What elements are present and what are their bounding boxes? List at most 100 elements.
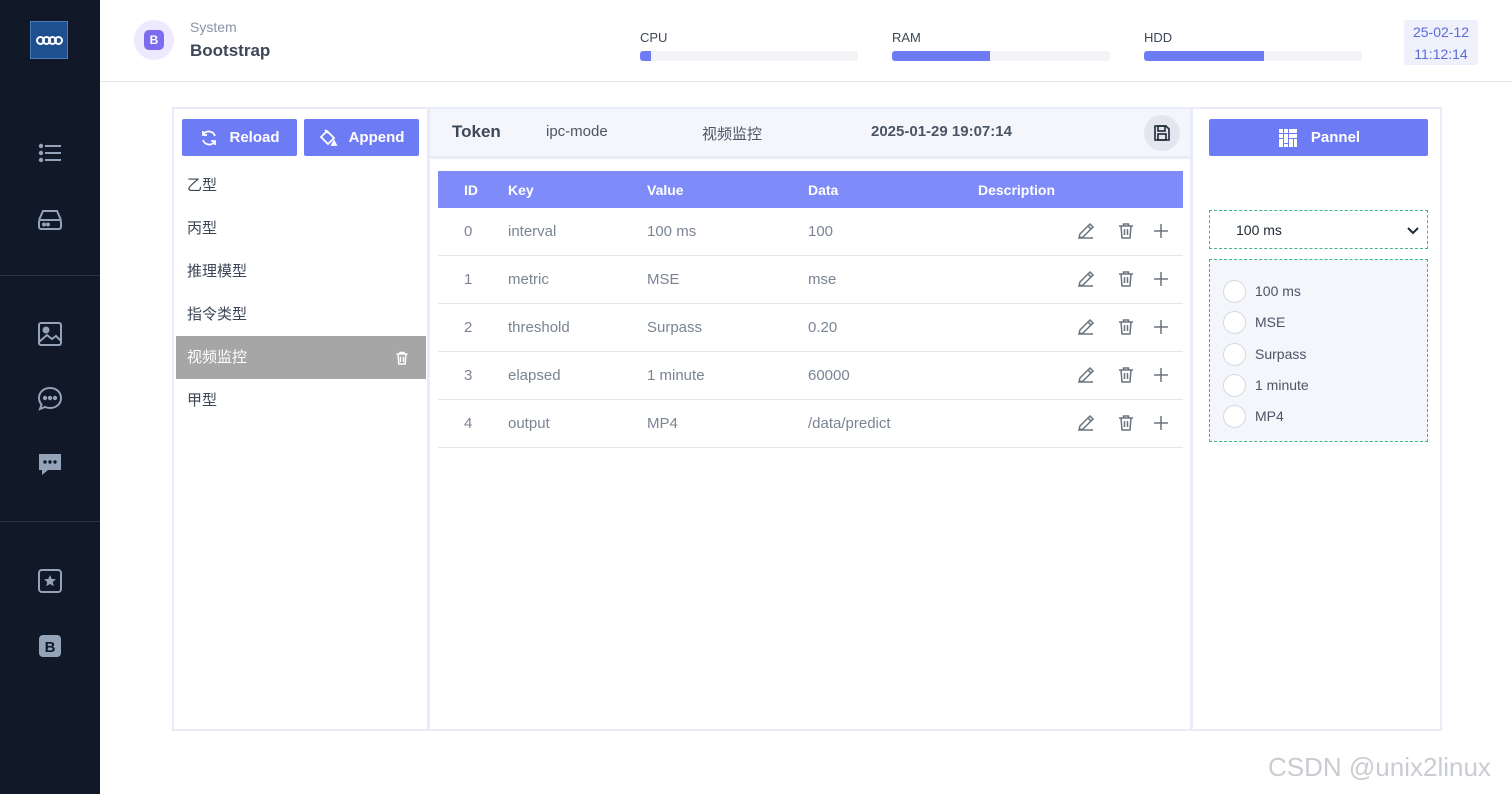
token-label: Token (452, 122, 501, 141)
category-item-label: 视频监控 (187, 349, 248, 366)
category-item[interactable]: 推理模型 (176, 250, 426, 293)
table-row[interactable]: 4 output MP4/data/predict (438, 400, 1183, 448)
delete-trash-icon[interactable] (1116, 221, 1138, 243)
params-table: ID Key Value Data Description 0 interval 1… (438, 171, 1183, 448)
ram-meter: RAM (892, 30, 1110, 61)
pannel-label: Pannel (1310, 129, 1361, 146)
reload-label: Reload (229, 129, 280, 146)
radio-label: MSE (1255, 314, 1286, 330)
star-box-icon[interactable] (34, 565, 65, 596)
add-plus-icon[interactable] (1151, 317, 1173, 339)
date-text: 25-02-12 (1412, 24, 1470, 40)
main-panel: Reload Append 乙型丙型推理模型指令类型视频监控甲型 Token i… (172, 107, 1442, 731)
delete-trash-icon[interactable] (1116, 365, 1138, 387)
table-row[interactable]: 1 metric MSE mse (438, 256, 1183, 304)
delete-trash-icon[interactable] (1116, 269, 1138, 291)
mode-text: ipc-mode (546, 123, 608, 140)
ram-progress-track (892, 51, 1110, 61)
add-plus-icon[interactable] (1151, 269, 1173, 291)
ram-progress-fill (892, 51, 991, 61)
add-plus-icon[interactable] (1151, 221, 1173, 243)
cell-data: mse (808, 271, 837, 288)
cell-id: 2 (464, 319, 473, 336)
value-select[interactable]: 100 ms (1209, 210, 1428, 249)
category-item[interactable]: 甲型 (176, 379, 426, 422)
chat-dots-icon[interactable] (34, 383, 65, 414)
cell-id: 4 (464, 415, 473, 432)
radio-label: 1 minute (1255, 377, 1309, 393)
delete-trash-icon[interactable] (1116, 413, 1138, 435)
radio-circle-icon[interactable] (1223, 404, 1246, 428)
delete-trash-icon[interactable] (1116, 317, 1138, 339)
category-item[interactable]: 丙型 (176, 207, 426, 250)
brand-title: Bootstrap (190, 41, 271, 60)
radio-option[interactable]: MSE (1223, 310, 1285, 334)
category-item[interactable]: 指令类型 (176, 293, 426, 336)
category-item[interactable]: 视频监控 (176, 336, 426, 379)
datetime-badge: 25-02-12 11:12:14 (1404, 20, 1478, 65)
paint-bucket-icon (319, 128, 338, 146)
table-row[interactable]: 0 interval 100 ms 100 (438, 208, 1183, 256)
category-panel: Reload Append 乙型丙型推理模型指令类型视频监控甲型 (174, 109, 430, 729)
edit-pencil-icon[interactable] (1076, 221, 1098, 243)
detail-toolbar: Token ipc-mode 视频监控 2025-01-29 19:07:14 (430, 109, 1190, 159)
table-row[interactable]: 3 elapsed 1 minute 60000 (438, 352, 1183, 400)
table-row[interactable]: 2 threshold Surpass 0.20 (438, 304, 1183, 352)
drive-icon[interactable] (34, 203, 65, 234)
grid-icon (1278, 128, 1297, 147)
category-item-label: 丙型 (187, 220, 218, 237)
radio-option[interactable]: 100 ms (1223, 279, 1301, 303)
cell-value: 1 minute (647, 367, 705, 384)
col-id: ID (464, 182, 478, 198)
table-header: ID Key Value Data Description (438, 171, 1183, 208)
bootstrap-box-icon[interactable]: B (34, 630, 65, 661)
hdd-meter: HDD (1144, 30, 1362, 61)
category-item[interactable]: 乙型 (176, 164, 426, 207)
cell-data: 0.20 (808, 319, 838, 336)
category-item-label: 指令类型 (187, 306, 248, 323)
edit-pencil-icon[interactable] (1076, 269, 1098, 291)
chat-square-dots-icon[interactable] (34, 448, 65, 479)
cpu-meter: CPU (640, 30, 858, 61)
radio-circle-icon[interactable] (1223, 342, 1246, 366)
append-button[interactable]: Append (304, 119, 419, 156)
brand-avatar: B (134, 20, 174, 60)
cell-key: elapsed (508, 367, 561, 384)
trash-icon[interactable] (394, 350, 410, 366)
radio-option[interactable]: 1 minute (1223, 373, 1309, 397)
edit-pencil-icon[interactable] (1076, 365, 1098, 387)
ram-label: RAM (892, 30, 921, 45)
sidebar-divider (0, 521, 100, 522)
radio-circle-icon[interactable] (1223, 279, 1246, 303)
add-plus-icon[interactable] (1151, 413, 1173, 435)
edit-pencil-icon[interactable] (1076, 413, 1098, 435)
reload-button[interactable]: Reload (182, 119, 297, 156)
radio-circle-icon[interactable] (1223, 310, 1246, 334)
hdd-progress-track (1144, 51, 1362, 61)
image-icon[interactable] (34, 318, 65, 349)
category-list: 乙型丙型推理模型指令类型视频监控甲型 (176, 164, 426, 422)
add-plus-icon[interactable] (1151, 365, 1173, 387)
list-icon[interactable] (34, 137, 65, 168)
radio-circle-icon[interactable] (1223, 373, 1246, 397)
save-button[interactable] (1144, 115, 1180, 151)
app-window: B B System Bootstrap CPU RAM HDD 25-02-1… (0, 0, 1512, 794)
floppy-disk-icon (1154, 125, 1170, 141)
app-logo[interactable] (30, 21, 68, 59)
radio-option[interactable]: Surpass (1223, 342, 1306, 366)
sidebar-divider (0, 275, 100, 276)
col-key: Key (508, 182, 534, 198)
cell-id: 1 (464, 271, 473, 288)
category-item-label: 乙型 (187, 177, 218, 194)
col-value: Value (647, 182, 684, 198)
chevron-down-icon (1407, 227, 1419, 235)
cpu-progress-fill (640, 51, 651, 61)
top-header: B System Bootstrap CPU RAM HDD 25-02-12 … (100, 0, 1512, 82)
edit-pencil-icon[interactable] (1076, 317, 1098, 339)
cell-data: 60000 (808, 367, 850, 384)
pannel-button[interactable]: Pannel (1209, 119, 1428, 156)
hdd-label: HDD (1144, 30, 1173, 45)
cpu-progress-track (640, 51, 858, 61)
option-radio-group: 100 ms MSE Surpass 1 minute MP4 (1209, 259, 1428, 442)
radio-option[interactable]: MP4 (1223, 404, 1284, 428)
